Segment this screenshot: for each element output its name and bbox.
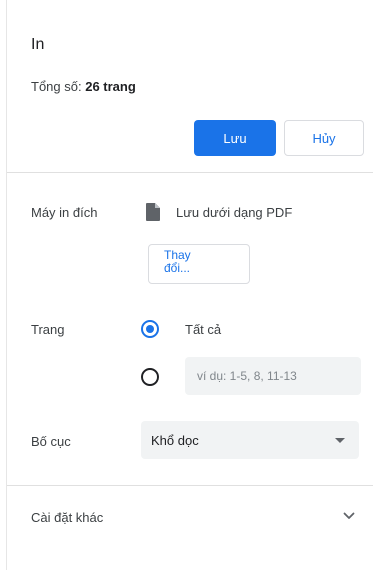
total-pages-value: 26 trang — [85, 79, 136, 94]
layout-select-value: Khổ dọc — [151, 432, 199, 448]
pages-all-label[interactable]: Tất cả — [185, 322, 221, 337]
header-divider — [7, 172, 373, 173]
destination-value: Lưu dưới dạng PDF — [176, 205, 293, 220]
save-button[interactable]: Lưu — [194, 120, 276, 156]
document-icon — [146, 203, 160, 221]
print-dialog: In Tổng số: 26 trang Lưu Hủy Máy in đích… — [0, 0, 373, 570]
layout-label: Bố cục — [31, 434, 71, 449]
pages-custom-input[interactable] — [185, 357, 361, 395]
destination-label: Máy in đích — [31, 205, 98, 220]
layout-select[interactable]: Khổ dọc — [141, 421, 359, 459]
more-settings-label[interactable]: Cài đặt khác — [31, 510, 103, 525]
dialog-title: In — [31, 36, 45, 53]
pages-all-radio[interactable] — [141, 320, 159, 338]
total-pages-label: Tổng số: — [31, 79, 82, 94]
caret-down-icon — [335, 437, 345, 443]
pages-custom-radio[interactable] — [141, 368, 159, 386]
total-pages: Tổng số: 26 trang — [31, 79, 136, 94]
cancel-button[interactable]: Hủy — [284, 120, 364, 156]
pages-label: Trang — [31, 322, 65, 337]
change-destination-button[interactable]: Thay đổi... — [148, 244, 250, 284]
settings-divider — [7, 485, 373, 486]
chevron-down-icon[interactable] — [343, 511, 355, 521]
